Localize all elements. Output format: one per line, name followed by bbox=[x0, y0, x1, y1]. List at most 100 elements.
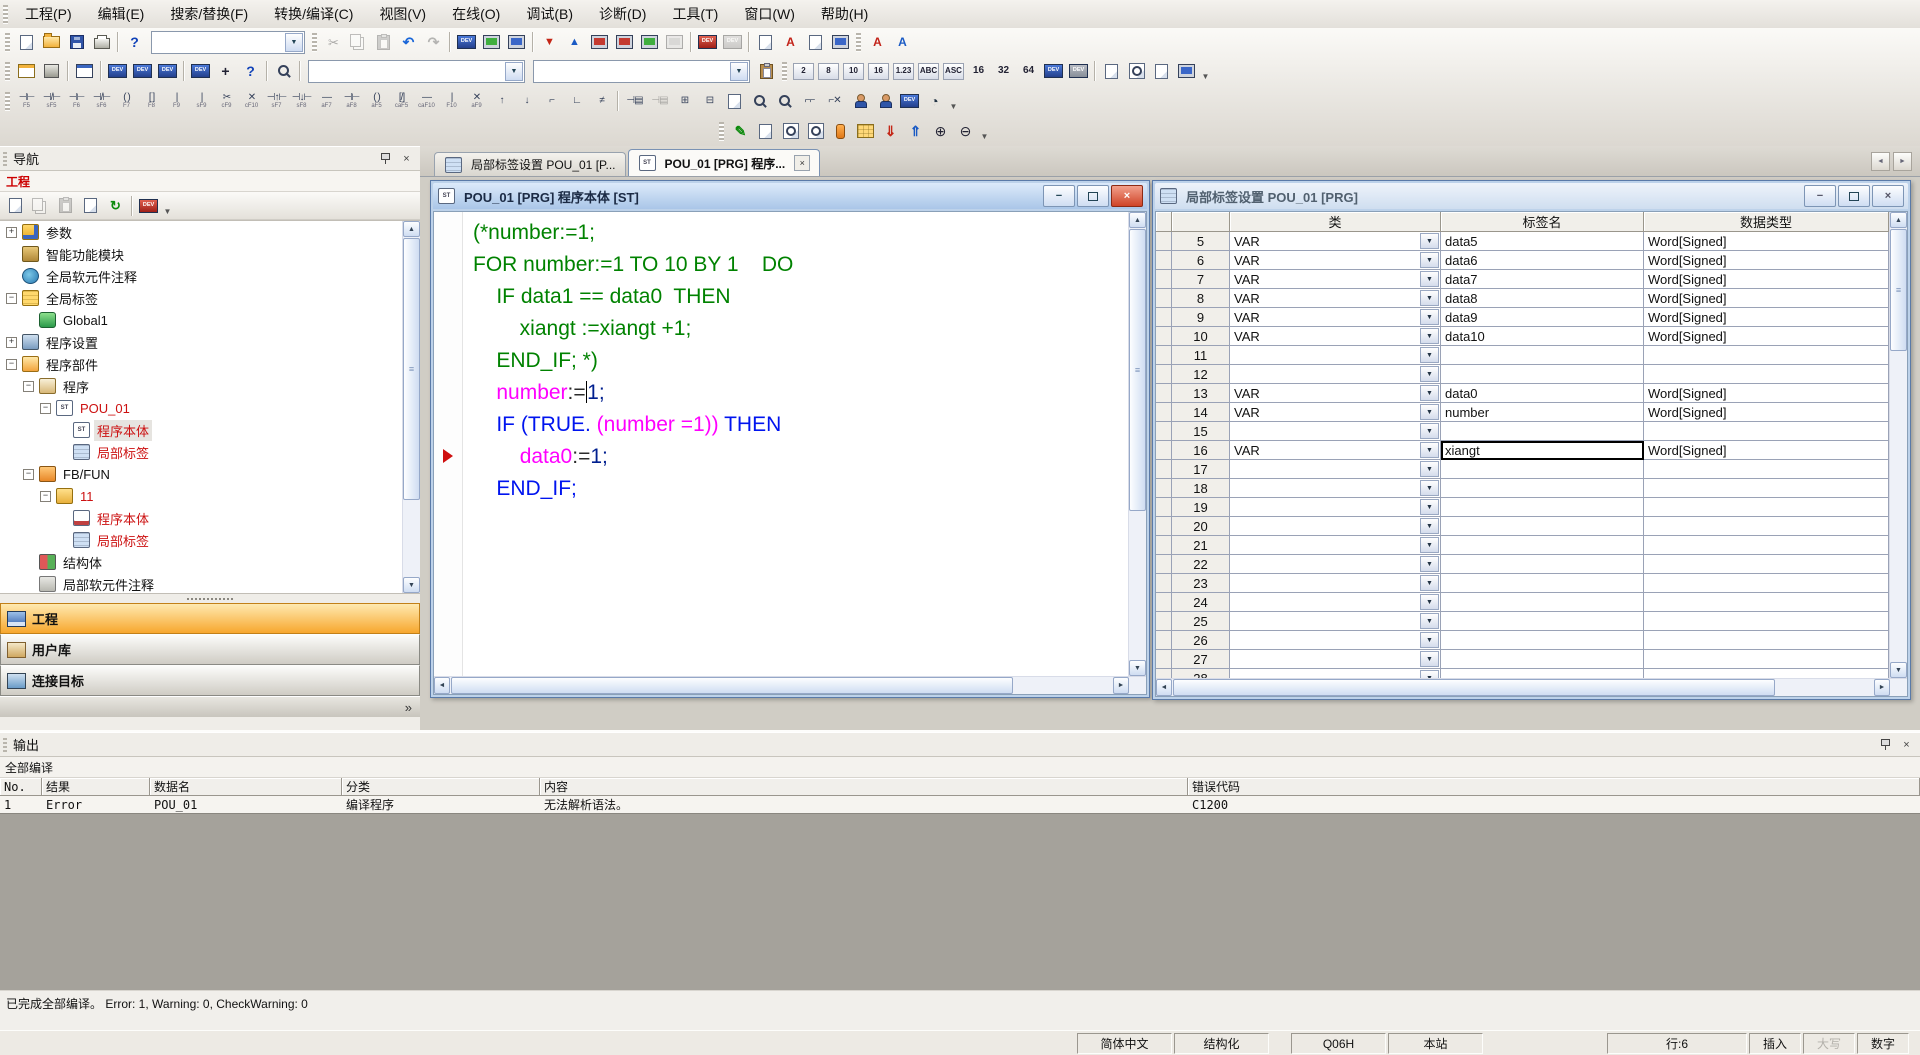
row-number-cell[interactable]: 21 bbox=[1172, 536, 1230, 555]
code-line[interactable]: data0:=1; bbox=[473, 441, 1128, 473]
scroll-thumb[interactable] bbox=[403, 238, 420, 500]
row-number-cell[interactable]: 5 bbox=[1172, 232, 1230, 251]
output-column-1[interactable]: 结果 bbox=[42, 778, 150, 796]
class-dropdown-icon[interactable]: ▼ bbox=[1420, 366, 1439, 382]
label-name-cell[interactable] bbox=[1441, 669, 1644, 678]
tree-item-program-setting[interactable]: +程序设置 bbox=[0, 331, 403, 353]
class-dropdown-icon[interactable]: ▼ bbox=[1420, 233, 1439, 249]
inline-st-icon[interactable]: ⊣▤ bbox=[623, 90, 646, 113]
data-type-cell[interactable] bbox=[1644, 593, 1889, 612]
label-name-cell[interactable] bbox=[1441, 650, 1644, 669]
ladder-hline-del-icon[interactable]: ⊣⊢aF8 bbox=[340, 90, 363, 113]
menu-item-window[interactable]: 窗口(W) bbox=[731, 0, 808, 28]
label-b-icon[interactable] bbox=[891, 31, 914, 54]
nav-splitter[interactable] bbox=[0, 594, 420, 603]
print-icon[interactable] bbox=[90, 31, 113, 54]
ladder-up-icon[interactable]: ↑ bbox=[490, 90, 513, 113]
class-cell[interactable]: ▼ bbox=[1230, 365, 1441, 384]
data-type-cell[interactable] bbox=[1644, 536, 1889, 555]
class-cell[interactable]: ▼ bbox=[1230, 593, 1441, 612]
display-bin-icon[interactable]: 2 bbox=[792, 60, 815, 83]
write-to-plc-icon[interactable] bbox=[538, 31, 561, 54]
read-header-icon[interactable] bbox=[904, 120, 927, 143]
device-display-icon[interactable] bbox=[696, 31, 719, 54]
monitor-write-icon[interactable] bbox=[638, 31, 661, 54]
class-dropdown-icon[interactable]: ▼ bbox=[1420, 271, 1439, 287]
label-name-cell[interactable] bbox=[1441, 517, 1644, 536]
tab-close-icon[interactable]: × bbox=[794, 155, 810, 171]
close-icon[interactable]: × bbox=[1872, 185, 1904, 207]
edit-user2-icon[interactable] bbox=[873, 90, 896, 113]
tree-item-fb-local-label[interactable]: 局部标签 bbox=[0, 529, 403, 551]
paste-icon[interactable] bbox=[372, 31, 395, 54]
replace-combo[interactable]: ▼ bbox=[533, 60, 750, 83]
row-number-cell[interactable]: 13 bbox=[1172, 384, 1230, 403]
doc-edit-icon[interactable] bbox=[723, 90, 746, 113]
label-horizontal-scrollbar[interactable]: ◄ ► bbox=[1156, 678, 1907, 696]
class-dropdown-icon[interactable]: ▼ bbox=[1420, 499, 1439, 515]
inline-st2-icon[interactable]: ⊣▤ bbox=[648, 90, 671, 113]
code-line[interactable]: (*number:=1; bbox=[473, 217, 1128, 249]
st-horizontal-scrollbar[interactable]: ◄ ► bbox=[434, 676, 1146, 694]
class-dropdown-icon[interactable]: ▼ bbox=[1420, 252, 1439, 268]
row-number-cell[interactable]: 15 bbox=[1172, 422, 1230, 441]
output-tab-compile-all[interactable]: 全部编译 bbox=[0, 757, 1920, 778]
toolbar-overflow-icon[interactable]: ▼ bbox=[1199, 59, 1212, 83]
toolbar-overflow-icon[interactable]: ▼ bbox=[161, 194, 174, 218]
nav-view-button-connect-target[interactable]: 连接目标 bbox=[0, 665, 420, 696]
label-vertical-scrollbar[interactable]: ▲ ▼ bbox=[1889, 212, 1907, 678]
io-system-icon[interactable] bbox=[505, 31, 528, 54]
time-chart-icon[interactable] bbox=[923, 90, 946, 113]
device-comment2-icon[interactable] bbox=[131, 60, 154, 83]
data-type-cell[interactable]: Word[Signed] bbox=[1644, 289, 1889, 308]
wire-draw-icon[interactable]: ⌐⌐ bbox=[798, 90, 821, 113]
class-dropdown-icon[interactable]: ▼ bbox=[1420, 556, 1439, 572]
note-edit-icon[interactable] bbox=[779, 31, 802, 54]
display-dec-icon[interactable]: 10 bbox=[842, 60, 865, 83]
tree-item-intelligent-module[interactable]: 智能功能模块 bbox=[0, 243, 403, 265]
class-dropdown-icon[interactable]: ▼ bbox=[1420, 613, 1439, 629]
class-dropdown-icon[interactable]: ▼ bbox=[1420, 537, 1439, 553]
tree-expand-icon[interactable]: − bbox=[23, 469, 34, 480]
data-type-cell[interactable] bbox=[1644, 574, 1889, 593]
monitor-window-icon[interactable] bbox=[829, 31, 852, 54]
tree-expand-icon[interactable]: − bbox=[23, 381, 34, 392]
row-number-cell[interactable]: 9 bbox=[1172, 308, 1230, 327]
code-line[interactable]: xiangt :=xiangt +1; bbox=[473, 313, 1128, 345]
label-name-cell[interactable] bbox=[1441, 631, 1644, 650]
scroll-up-icon[interactable]: ▲ bbox=[1129, 212, 1146, 228]
tree-item-program[interactable]: −程序 bbox=[0, 375, 403, 397]
ladder-ne-icon[interactable]: ≠ bbox=[590, 90, 613, 113]
zoom-out-icon[interactable] bbox=[954, 120, 977, 143]
tree-item-global-label[interactable]: −全局标签 bbox=[0, 287, 403, 309]
paste-data-icon[interactable] bbox=[54, 194, 77, 217]
device-find-icon[interactable] bbox=[898, 90, 921, 113]
ladder-del-icon[interactable]: ✕cF10 bbox=[240, 90, 263, 113]
scroll-down-icon[interactable]: ▼ bbox=[1890, 662, 1907, 678]
data-type-cell[interactable]: Word[Signed] bbox=[1644, 441, 1889, 460]
tree-item-pou-01[interactable]: −POU_01 bbox=[0, 397, 403, 419]
ladder-cut-icon[interactable]: ✂cF9 bbox=[215, 90, 238, 113]
data-type-cell[interactable] bbox=[1644, 555, 1889, 574]
row-number-cell[interactable]: 7 bbox=[1172, 270, 1230, 289]
watch3-icon[interactable] bbox=[1150, 60, 1173, 83]
open-project-icon[interactable] bbox=[40, 31, 63, 54]
label-name-cell[interactable]: xiangt bbox=[1441, 441, 1644, 460]
code-line[interactable]: number:=1; bbox=[473, 377, 1128, 409]
ladder-application-icon[interactable]: [ ]F8 bbox=[140, 90, 163, 113]
tree-expand-icon[interactable]: − bbox=[6, 293, 17, 304]
find-paste-icon[interactable] bbox=[755, 60, 778, 83]
label-name-cell[interactable] bbox=[1441, 422, 1644, 441]
class-cell[interactable]: VAR▼ bbox=[1230, 308, 1441, 327]
display-word-icon[interactable]: 16 bbox=[967, 60, 990, 83]
edit-user1-icon[interactable] bbox=[848, 90, 871, 113]
label-name-cell[interactable] bbox=[1441, 498, 1644, 517]
ladder-vline-del-icon[interactable]: |sF9 bbox=[190, 90, 213, 113]
label-name-cell[interactable]: number bbox=[1441, 403, 1644, 422]
row-number-cell[interactable]: 10 bbox=[1172, 327, 1230, 346]
cut-icon[interactable] bbox=[322, 31, 345, 54]
statement-list-icon[interactable] bbox=[804, 31, 827, 54]
ladder-del2-icon[interactable]: ✕aF9 bbox=[465, 90, 488, 113]
output-column-2[interactable]: 数据名 bbox=[150, 778, 342, 796]
class-cell[interactable]: ▼ bbox=[1230, 536, 1441, 555]
